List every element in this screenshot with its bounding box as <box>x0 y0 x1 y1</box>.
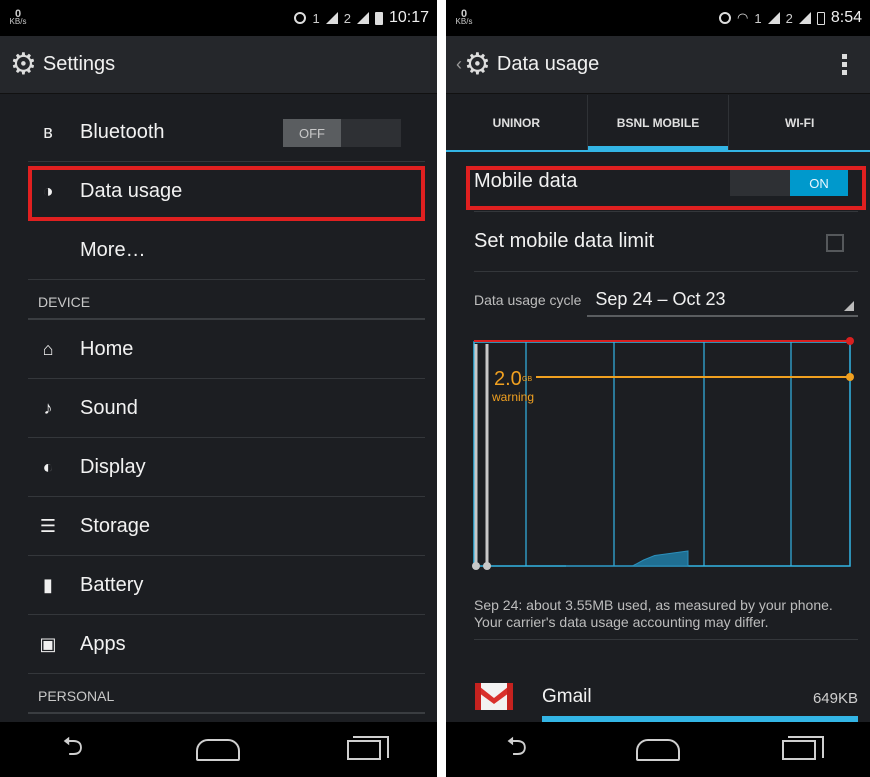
settings-item-more[interactable]: More… <box>28 221 425 280</box>
tab-uninor[interactable]: UNINOR <box>446 95 587 150</box>
display-icon: ◐ <box>42 456 54 477</box>
sim-tabs: UNINOR BSNL MOBILE WI-FI <box>446 95 870 152</box>
battery-icon: ▮ <box>43 574 53 595</box>
data-usage-screen: 0 KB/s ◠ 1 2 8:54 ‹ ⚙ Data usage UNINOR B… <box>446 0 870 777</box>
settings-gear-icon[interactable]: ⚙ <box>464 49 491 80</box>
warning-unit: GB <box>522 376 532 383</box>
settings-item-bluetooth[interactable]: ʙ Bluetooth OFF <box>28 103 425 162</box>
settings-item-sound[interactable]: ♪ Sound <box>28 379 425 438</box>
signal-2-icon <box>798 12 811 24</box>
battery-status-icon <box>374 11 383 25</box>
overflow-menu-icon[interactable] <box>842 54 848 75</box>
status-bar: 0 KB/s ◠ 1 2 8:54 <box>446 0 870 36</box>
recents-button[interactable] <box>769 735 829 760</box>
back-button[interactable]: ⮌ <box>43 728 103 772</box>
settings-item-display[interactable]: ◐ Display <box>28 438 425 497</box>
settings-item-battery[interactable]: ▮ Battery <box>28 556 425 615</box>
page-title: Data usage <box>496 53 600 75</box>
warning-handle <box>846 373 854 381</box>
action-bar: ‹ ⚙ Data usage <box>446 36 870 94</box>
action-bar: ⚙ Settings <box>0 36 437 94</box>
settings-item-label: Battery <box>80 573 144 596</box>
network-speed: 0 KB/s <box>455 8 473 26</box>
bluetooth-icon: ʙ <box>43 121 53 142</box>
home-nav-icon <box>635 738 680 761</box>
sim1-label: 1 <box>754 10 762 26</box>
alarm-icon <box>719 12 732 24</box>
sound-icon: ♪ <box>43 397 53 418</box>
recents-icon <box>782 735 825 760</box>
settings-screen: 0 KB/s 1 2 10:17 ⚙ Settings ʙ Bluetooth O… <box>0 0 437 777</box>
usage-cycle-value: Sep 24 – Oct 23 <box>595 288 726 309</box>
app-usage-row[interactable]: Gmail 649KB <box>474 680 858 722</box>
tab-wifi[interactable]: WI-FI <box>728 95 870 150</box>
status-time: 10:17 <box>388 9 429 26</box>
usage-area <box>566 550 689 567</box>
limit-handle <box>846 337 854 345</box>
home-button[interactable] <box>188 738 248 761</box>
back-button[interactable]: ⮌ <box>487 728 547 772</box>
settings-item-home[interactable]: ⌂ Home <box>28 320 425 379</box>
sim1-label: 1 <box>312 10 320 26</box>
gmail-icon <box>474 680 514 712</box>
divider <box>437 0 446 777</box>
status-bar: 0 KB/s 1 2 10:17 <box>0 0 437 36</box>
settings-item-label: Home <box>80 337 134 360</box>
settings-item-label: More… <box>80 238 146 261</box>
warning-value: 2.0 <box>494 368 522 390</box>
home-icon: ⌂ <box>42 338 54 359</box>
home-button[interactable] <box>628 738 688 761</box>
usage-note: Sep 24: about 3.55MB used, as measured b… <box>474 597 858 640</box>
recents-button[interactable] <box>334 735 394 760</box>
tab-bsnl-mobile[interactable]: BSNL MOBILE <box>586 95 729 152</box>
signal-2-icon <box>356 12 369 24</box>
signal-1-icon <box>767 12 780 24</box>
network-speed: 0 KB/s <box>9 8 27 26</box>
wifi-icon: ◠ <box>737 10 749 25</box>
usage-chart[interactable]: 2.0 GB warning <box>466 330 860 580</box>
data-limit-row[interactable]: Set mobile data limit <box>474 212 858 272</box>
warning-label: warning <box>491 390 534 404</box>
status-time: 8:54 <box>830 9 862 26</box>
highlight-box <box>28 166 425 221</box>
section-header-personal: PERSONAL <box>28 674 425 714</box>
alarm-icon <box>294 12 307 24</box>
app-name: Gmail <box>542 686 592 707</box>
highlight-box <box>466 166 866 210</box>
cycle-handle-knob <box>483 562 491 570</box>
settings-item-label: Apps <box>80 632 126 655</box>
settings-item-label: Display <box>80 455 146 478</box>
settings-gear-icon[interactable]: ⚙ <box>10 49 37 80</box>
page-title: Settings <box>42 53 116 75</box>
dropdown-corner-icon <box>844 301 854 311</box>
signal-1-icon <box>325 12 338 24</box>
home-nav-icon <box>196 738 241 761</box>
navigation-bar: ⮌ <box>0 722 437 777</box>
sim2-label: 2 <box>785 10 793 26</box>
battery-status-icon <box>816 11 825 25</box>
recents-icon <box>347 735 390 760</box>
storage-icon: ☰ <box>39 515 57 536</box>
settings-item-apps[interactable]: ▣ Apps <box>28 615 425 674</box>
sim2-label: 2 <box>343 10 351 26</box>
bluetooth-toggle[interactable]: OFF <box>283 119 401 147</box>
settings-item-label: Storage <box>80 514 151 537</box>
usage-cycle-label: Data usage cycle <box>474 292 582 308</box>
usage-cycle-dropdown[interactable]: Sep 24 – Oct 23 <box>587 283 858 317</box>
section-header-device: DEVICE <box>28 280 425 320</box>
settings-item-storage[interactable]: ☰ Storage <box>28 497 425 556</box>
cycle-handle-knob <box>472 562 480 570</box>
usage-chart-svg: 2.0 GB warning <box>472 337 854 570</box>
data-limit-label: Set mobile data limit <box>474 230 655 252</box>
settings-item-label: Bluetooth <box>80 120 165 143</box>
settings-item-label: Sound <box>80 396 138 419</box>
usage-cycle-row: Data usage cycle Sep 24 – Oct 23 <box>474 272 858 328</box>
toggle-state: OFF <box>283 119 341 147</box>
up-caret-icon[interactable]: ‹ <box>456 54 462 75</box>
data-limit-checkbox[interactable] <box>826 234 844 252</box>
navigation-bar: ⮌ <box>446 722 870 777</box>
apps-icon: ▣ <box>39 633 57 654</box>
app-data-size: 649KB <box>812 690 858 707</box>
